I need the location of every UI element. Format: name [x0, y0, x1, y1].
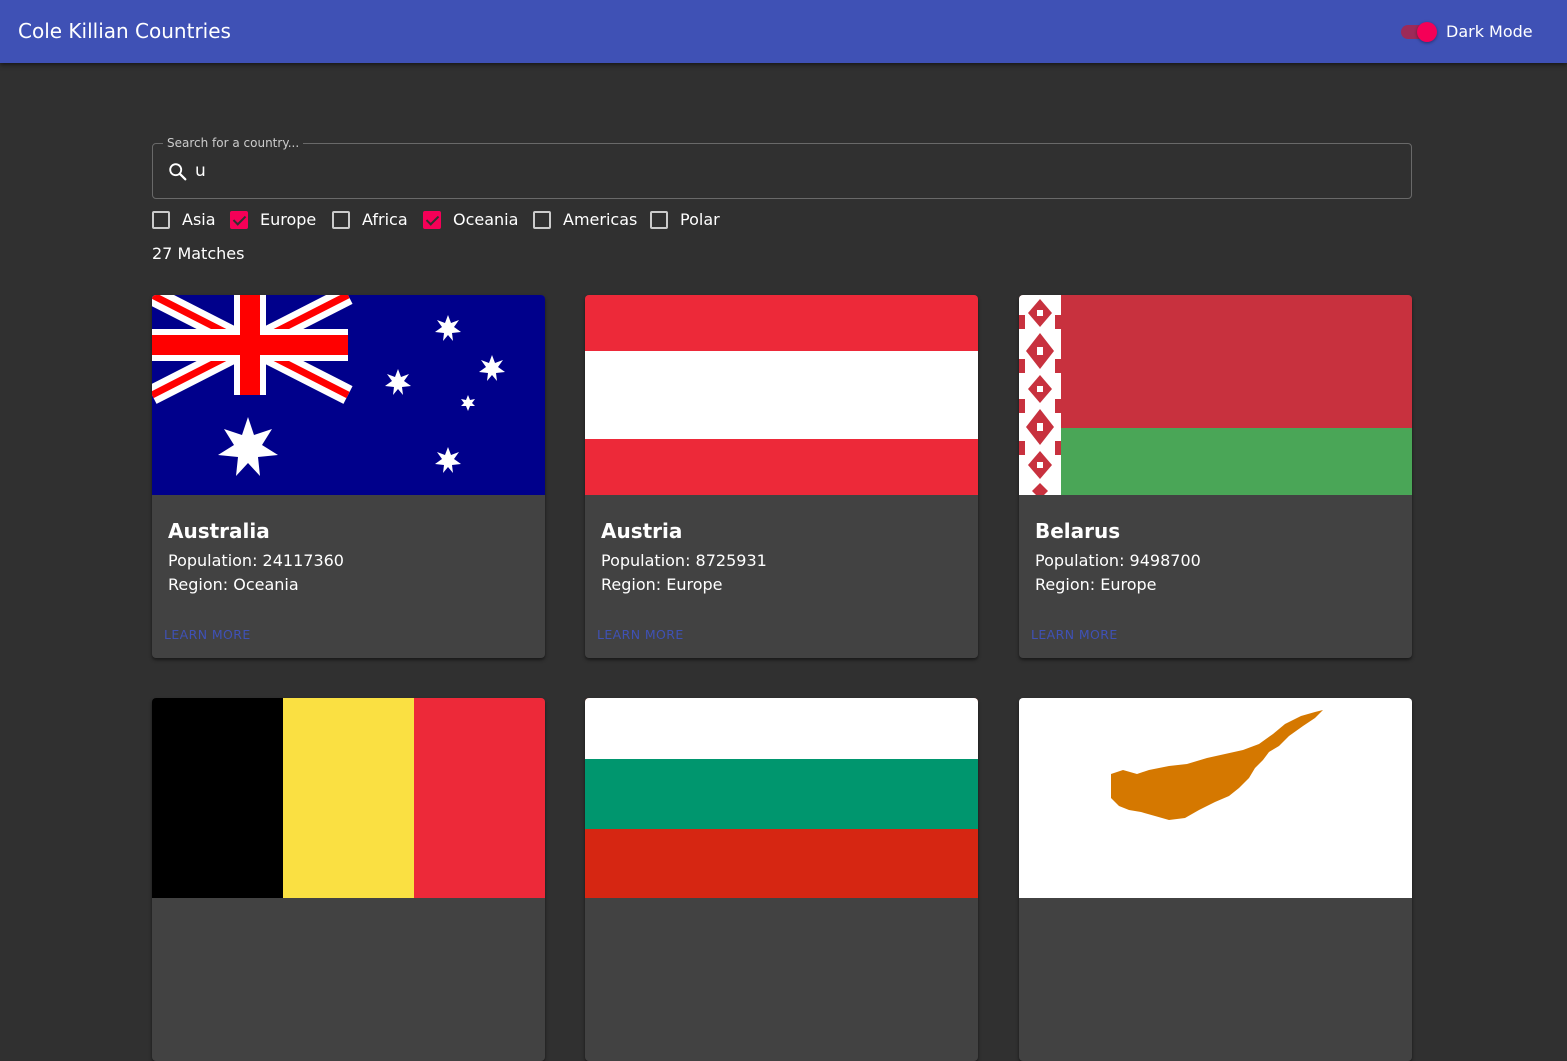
country-card-belarus[interactable]: Belarus Population: 9498700 Region: Euro…: [1019, 295, 1412, 658]
filter-label-africa: Africa: [362, 210, 408, 229]
filter-label-oceania: Oceania: [453, 210, 519, 229]
flag-belgium[interactable]: [152, 698, 545, 898]
country-card-bulgaria[interactable]: [585, 698, 978, 1061]
checkbox-polar[interactable]: [650, 211, 668, 229]
country-region: Region: Europe: [601, 575, 723, 594]
country-population: Population: 24117360: [168, 551, 344, 570]
country-card-cyprus[interactable]: [1019, 698, 1412, 1061]
toggle-thumb: [1417, 22, 1437, 42]
learn-more-button[interactable]: LEARN MORE: [597, 627, 684, 642]
checkbox-europe[interactable]: [230, 211, 248, 229]
country-card-austria[interactable]: Austria Population: 8725931 Region: Euro…: [585, 295, 978, 658]
dark-mode-label: Dark Mode: [1446, 22, 1533, 41]
search-icon: [169, 163, 187, 181]
search-label: Search for a country...: [163, 136, 304, 150]
flag-belarus[interactable]: [1019, 295, 1412, 495]
country-name: Belarus: [1035, 519, 1121, 543]
flag-cyprus[interactable]: [1019, 698, 1412, 898]
flag-bulgaria[interactable]: [585, 698, 978, 898]
country-card-australia[interactable]: Australia Population: 24117360 Region: O…: [152, 295, 545, 658]
app-title: Cole Killian Countries: [18, 19, 231, 43]
country-population: Population: 8725931: [601, 551, 767, 570]
dark-mode-toggle[interactable]: [1401, 22, 1437, 42]
country-name: Austria: [601, 519, 683, 543]
country-population: Population: 9498700: [1035, 551, 1201, 570]
search-field[interactable]: Search for a country... u: [152, 136, 1412, 199]
flag-australia[interactable]: [152, 295, 545, 495]
checkbox-asia[interactable]: [152, 211, 170, 229]
match-count: 27 Matches: [152, 244, 245, 263]
country-region: Region: Oceania: [168, 575, 299, 594]
country-region: Region: Europe: [1035, 575, 1157, 594]
flag-austria[interactable]: [585, 295, 978, 495]
filter-label-polar: Polar: [680, 210, 720, 229]
learn-more-button[interactable]: LEARN MORE: [164, 627, 251, 642]
filter-label-americas: Americas: [563, 210, 638, 229]
filter-label-europe: Europe: [260, 210, 317, 229]
checkbox-oceania[interactable]: [423, 211, 441, 229]
search-input[interactable]: u: [195, 161, 206, 181]
checkbox-americas[interactable]: [533, 211, 551, 229]
country-card-belgium[interactable]: [152, 698, 545, 1061]
learn-more-button[interactable]: LEARN MORE: [1031, 627, 1118, 642]
app-bar: Cole Killian Countries Dark Mode: [0, 0, 1567, 63]
checkbox-africa[interactable]: [332, 211, 350, 229]
country-name: Australia: [168, 519, 270, 543]
filter-label-asia: Asia: [182, 210, 216, 229]
